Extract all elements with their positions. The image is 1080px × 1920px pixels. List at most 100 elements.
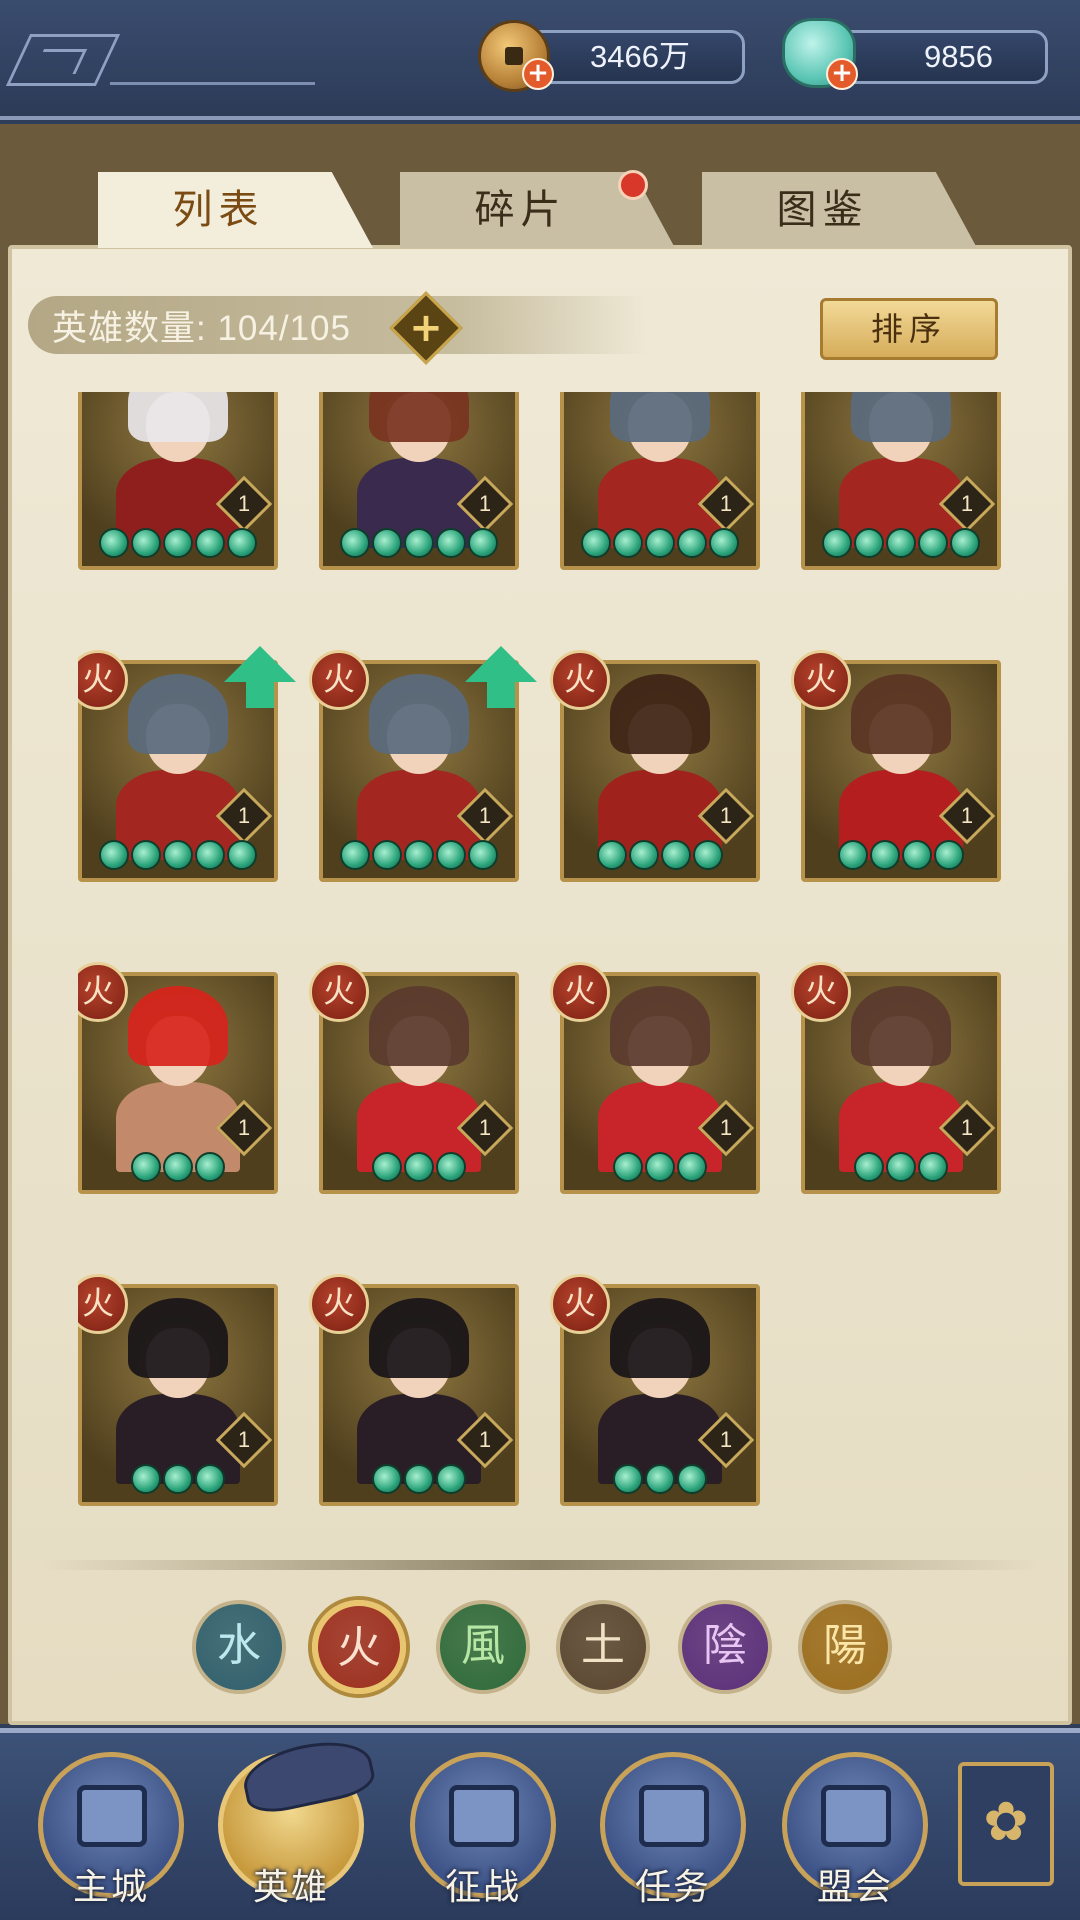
jade-star-icon: [822, 528, 852, 558]
filter-yang-button[interactable]: 陽: [798, 1600, 892, 1694]
jade-star-icon: [468, 840, 498, 870]
jade-star-icon: [918, 1152, 948, 1182]
filter-wind-button[interactable]: 風: [436, 1600, 530, 1694]
jade-star-icon: [131, 1152, 161, 1182]
jade-star-icon: [870, 840, 900, 870]
hero-card[interactable]: 1: [560, 392, 760, 570]
hero-card[interactable]: 1火: [78, 646, 296, 882]
hero-card[interactable]: 1火: [791, 650, 1001, 882]
jade-star-icon: [372, 528, 402, 558]
jade-star-icon: [404, 1152, 434, 1182]
fire-element-icon: 火: [550, 962, 610, 1022]
tab-list-label: 列表: [172, 187, 265, 233]
hero-card[interactable]: 1火: [791, 962, 1001, 1194]
nav-heroes-label: 英雄: [252, 1867, 329, 1908]
hero-card[interactable]: 1: [319, 392, 519, 570]
hero-star-rating: [805, 1152, 997, 1186]
jade-star-icon: [613, 1152, 643, 1182]
filter-water-button[interactable]: 水: [192, 1600, 286, 1694]
hero-count-label: 英雄数量: 104/105: [52, 309, 351, 348]
logo-icon: [5, 34, 121, 86]
divider: [40, 1560, 1040, 1570]
jade-star-icon: [934, 840, 964, 870]
jade-star-icon: [340, 840, 370, 870]
jade-star-icon: [886, 528, 916, 558]
nav-campaign-icon: [449, 1785, 519, 1847]
hero-grid: 11111火1火1火1火1火1火1火1火1火1火1火: [78, 392, 1008, 1542]
jade-star-icon: [99, 840, 129, 870]
add-gold-button[interactable]: +: [522, 58, 554, 90]
jade-currency-display: 9856: [838, 30, 1048, 84]
hero-star-rating: [323, 840, 515, 874]
hero-card[interactable]: 1火: [309, 646, 537, 882]
menu-grid-icon[interactable]: ✿: [958, 1762, 1054, 1886]
filter-yin-button[interactable]: 陰: [678, 1600, 772, 1694]
hero-card[interactable]: 1火: [309, 1274, 519, 1506]
hero-card[interactable]: 1火: [550, 650, 760, 882]
jade-star-icon: [340, 528, 370, 558]
nav-city-icon: [77, 1785, 147, 1847]
gold-currency-display: 3466万: [535, 30, 745, 84]
hero-star-rating: [564, 1464, 756, 1498]
jade-star-icon: [404, 840, 434, 870]
jade-star-icon: [131, 840, 161, 870]
jade-star-icon: [613, 528, 643, 558]
nav-guild-label: 盟会: [816, 1867, 893, 1908]
tab-fragments-label: 碎片: [474, 187, 567, 233]
fire-element-icon: 火: [550, 1274, 610, 1334]
filter-fire-button[interactable]: 火: [312, 1600, 406, 1694]
tab-list[interactable]: 列表: [98, 172, 373, 248]
jade-star-icon: [468, 528, 498, 558]
jade-star-icon: [436, 1152, 466, 1182]
jade-star-icon: [195, 1152, 225, 1182]
hero-card[interactable]: 1火: [78, 962, 278, 1194]
hero-card[interactable]: 1火: [550, 1274, 760, 1506]
jade-star-icon: [163, 1464, 193, 1494]
plus-icon: +: [409, 305, 443, 351]
hero-star-rating: [82, 1152, 274, 1186]
jade-star-icon: [886, 1152, 916, 1182]
jade-star-icon: [436, 1464, 466, 1494]
filter-earth-button[interactable]: 土: [556, 1600, 650, 1694]
hero-star-rating: [82, 528, 274, 562]
nav-campaign-label: 征战: [444, 1867, 521, 1908]
jade-star-icon: [629, 840, 659, 870]
hero-star-rating: [805, 528, 997, 562]
hero-card[interactable]: 1火: [550, 962, 760, 1194]
nav-guild-icon: [821, 1785, 891, 1847]
hero-star-rating: [564, 528, 756, 562]
tab-codex-label: 图鉴: [776, 187, 869, 233]
hero-card[interactable]: 1: [801, 392, 1001, 570]
jade-star-icon: [693, 840, 723, 870]
hero-star-rating: [323, 1464, 515, 1498]
jade-star-icon: [131, 528, 161, 558]
jade-star-icon: [677, 528, 707, 558]
jade-star-icon: [227, 528, 257, 558]
hero-card[interactable]: 1火: [78, 1274, 278, 1506]
jade-star-icon: [227, 840, 257, 870]
jade-star-icon: [902, 840, 932, 870]
jade-star-icon: [436, 528, 466, 558]
jade-star-icon: [661, 840, 691, 870]
jade-star-icon: [854, 1152, 884, 1182]
hero-star-rating: [323, 1152, 515, 1186]
nav-quests-label: 任务: [634, 1867, 711, 1908]
jade-star-icon: [372, 1152, 402, 1182]
hero-star-rating: [564, 1152, 756, 1186]
hero-card[interactable]: 1火: [309, 962, 519, 1194]
jade-star-icon: [597, 840, 627, 870]
jade-star-icon: [163, 840, 193, 870]
jade-star-icon: [581, 528, 611, 558]
jade-star-icon: [99, 528, 129, 558]
upgrade-arrow-icon: [224, 646, 296, 708]
tab-codex[interactable]: 图鉴: [702, 172, 977, 248]
sort-button[interactable]: 排序: [820, 298, 998, 360]
add-jade-button[interactable]: +: [826, 58, 858, 90]
fire-element-icon: 火: [791, 962, 851, 1022]
jade-star-icon: [404, 528, 434, 558]
logo-underline: [110, 82, 315, 85]
fire-element-icon: 火: [309, 962, 369, 1022]
jade-star-icon: [838, 840, 868, 870]
hero-card[interactable]: 1: [78, 392, 278, 570]
fire-element-icon: 火: [309, 650, 369, 710]
